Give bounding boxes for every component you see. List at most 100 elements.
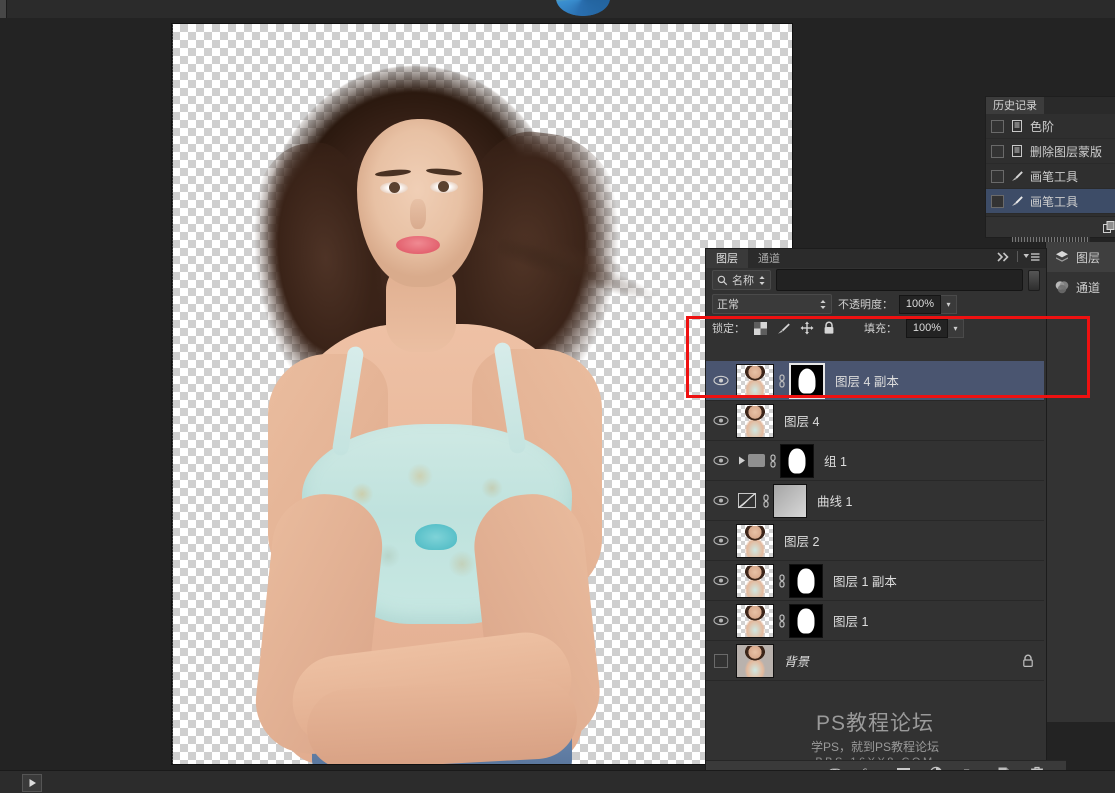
group-mask-thumbnail[interactable]	[780, 443, 814, 478]
double-chevron-right-icon[interactable]	[997, 251, 1012, 262]
lock-position-icon[interactable]	[800, 321, 814, 335]
layer-row-selected[interactable]: 图层 4 副本	[706, 361, 1044, 401]
tab-history[interactable]: 历史记录	[986, 97, 1044, 114]
history-snapshot-checkbox[interactable]	[991, 194, 1004, 208]
layer-thumbnail[interactable]	[736, 403, 774, 438]
updown-arrows-icon	[759, 275, 765, 285]
chevron-down-icon[interactable]: ▾	[941, 294, 957, 314]
canvas-transparency-backdrop[interactable]	[172, 24, 792, 764]
filter-toggle-icon[interactable]	[1028, 269, 1040, 291]
eye-toggle-off[interactable]	[706, 653, 736, 668]
eye-icon[interactable]	[706, 495, 736, 506]
layer-filter-input[interactable]	[776, 269, 1023, 291]
triangle-right-icon[interactable]	[736, 456, 748, 465]
layer-name[interactable]: 图层 1	[833, 611, 868, 630]
lock-image-icon[interactable]	[776, 322, 791, 335]
layer-row[interactable]: 图层 1	[706, 601, 1044, 641]
link-icon[interactable]	[774, 613, 789, 628]
channels-icon	[1055, 281, 1069, 294]
layer-thumbnail[interactable]	[736, 563, 774, 598]
layer-name[interactable]: 图层 1 副本	[833, 571, 897, 590]
tab-channels[interactable]: 通道	[748, 249, 790, 268]
dock-item-channels[interactable]: 通道	[1046, 272, 1115, 302]
link-icon[interactable]	[758, 493, 773, 508]
layer-name[interactable]: 图层 4	[784, 411, 819, 430]
history-entry[interactable]: 色阶	[986, 114, 1115, 139]
layer-thumbnail[interactable]	[736, 523, 774, 558]
layer-mask-thumbnail[interactable]	[773, 483, 807, 518]
layer-name[interactable]: 图层 2	[784, 531, 819, 550]
layers-panel-tab-row: 图层 通道	[706, 249, 1046, 268]
history-entry[interactable]: 删除图层蒙版	[986, 139, 1115, 164]
layer-row-adjustment[interactable]: 曲线 1	[706, 481, 1044, 521]
lock-all-icon[interactable]	[823, 321, 835, 335]
history-entry-selected[interactable]: 画笔工具	[986, 189, 1115, 214]
link-icon[interactable]	[774, 573, 789, 588]
eye-icon[interactable]	[706, 455, 736, 466]
layer-row-background[interactable]: 背景	[706, 641, 1044, 681]
chevron-down-icon[interactable]: ▾	[948, 318, 964, 338]
layer-mask-thumbnail[interactable]	[789, 603, 823, 638]
layer-thumbnail[interactable]	[736, 643, 774, 678]
fill-value[interactable]: 100%	[906, 318, 948, 338]
updown-arrows-icon	[820, 299, 826, 309]
panel-controls	[997, 251, 1040, 262]
layer-row[interactable]: 图层 4	[706, 401, 1044, 441]
layer-name[interactable]: 曲线 1	[817, 491, 852, 510]
layers-icon	[1056, 251, 1068, 262]
panel-menu-icon[interactable]	[1023, 252, 1040, 262]
eye-icon[interactable]	[706, 415, 736, 426]
layer-mask-thumbnail[interactable]	[789, 563, 823, 598]
brush-icon	[1012, 171, 1023, 181]
new-snapshot-icon[interactable]	[1102, 220, 1115, 234]
lock-label: 锁定：	[712, 323, 745, 335]
layer-name[interactable]: 组 1	[824, 451, 847, 470]
document-tab[interactable]: 版/8) * ×	[0, 0, 7, 18]
layer-thumbnail[interactable]	[736, 363, 774, 398]
link-icon[interactable]	[765, 453, 780, 468]
dock-item-label: 图层	[1076, 250, 1101, 265]
tab-layers[interactable]: 图层	[706, 249, 748, 268]
filter-type-select[interactable]: 名称	[712, 270, 771, 290]
dock-item-layers[interactable]: 图层	[1046, 242, 1115, 272]
brush-icon	[1012, 196, 1023, 206]
history-entry-label: 色阶	[1030, 119, 1055, 134]
layers-panel[interactable]: 图层 通道 名称 正常 不透明度： 100% ▾ 锁定： 填充： 100% ▾ …	[705, 248, 1066, 791]
layer-mask-thumbnail[interactable]	[789, 362, 825, 399]
history-panel[interactable]: 历史记录 色阶 删除图层蒙版 画笔工具 画笔工具	[985, 96, 1115, 242]
photoshop-logo-icon	[556, 0, 610, 16]
blend-mode-value: 正常	[717, 299, 739, 311]
filter-type-label: 名称	[732, 275, 754, 287]
opacity-value[interactable]: 100%	[899, 294, 941, 314]
folder-icon	[748, 454, 765, 467]
eye-icon[interactable]	[706, 535, 736, 546]
layer-row-group[interactable]: 组 1	[706, 441, 1044, 481]
eye-icon[interactable]	[706, 615, 736, 626]
lock-icon	[1023, 654, 1033, 667]
history-entry[interactable]: 画笔工具	[986, 164, 1115, 189]
blend-mode-select[interactable]: 正常	[712, 294, 832, 314]
adjustment-icon	[1012, 120, 1022, 132]
layer-name[interactable]: 图层 4 副本	[835, 371, 899, 390]
history-snapshot-checkbox[interactable]	[991, 169, 1004, 183]
curves-icon[interactable]	[736, 491, 758, 511]
play-triangle-icon[interactable]	[22, 774, 42, 792]
layer-name[interactable]: 背景	[784, 651, 809, 670]
layer-thumbnail[interactable]	[736, 603, 774, 638]
canvas-window[interactable]	[172, 24, 792, 764]
layer-list[interactable]: 图层 4 副本 图层 4 组 1 曲线 1 图层 2 图层 1 副本 图层 1 …	[706, 361, 1044, 711]
divider	[1017, 251, 1018, 262]
eye-icon[interactable]	[706, 575, 736, 586]
history-snapshot-checkbox[interactable]	[991, 119, 1004, 133]
opacity-control[interactable]: 100% ▾	[899, 294, 957, 314]
layer-row[interactable]: 图层 1 副本	[706, 561, 1044, 601]
layer-filter-row: 名称	[706, 268, 1046, 292]
history-snapshot-checkbox[interactable]	[991, 144, 1004, 158]
lock-transparency-icon[interactable]	[754, 321, 767, 335]
fill-control[interactable]: 100% ▾	[906, 318, 964, 338]
link-icon[interactable]	[774, 373, 789, 388]
layer-row[interactable]: 图层 2	[706, 521, 1044, 561]
eye-icon[interactable]	[706, 375, 736, 386]
history-entry-list[interactable]: 色阶 删除图层蒙版 画笔工具 画笔工具	[986, 114, 1115, 214]
dock-item-label: 通道	[1076, 280, 1101, 295]
